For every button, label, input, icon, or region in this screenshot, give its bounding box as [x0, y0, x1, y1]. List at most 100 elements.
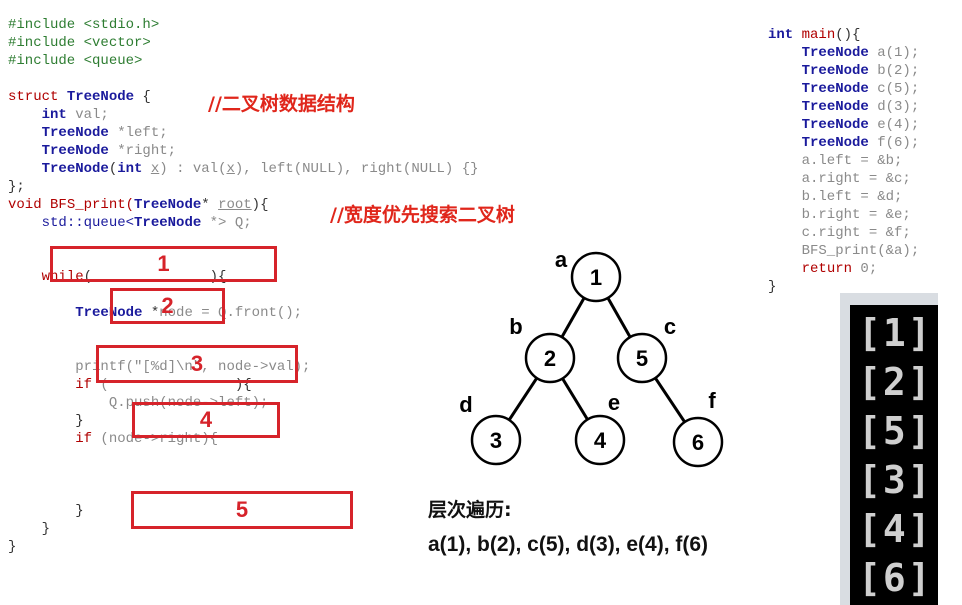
code-line: #include <stdio.h> — [8, 16, 479, 34]
blank-box-4: 4 — [132, 402, 280, 438]
traversal-title: 层次遍历: — [428, 499, 512, 521]
tree-node-label-b: b — [509, 314, 522, 339]
struct-comment: //二叉树数据结构 — [208, 93, 355, 115]
code-token: void — [8, 197, 51, 213]
code-line: TreeNode f(6); — [768, 134, 920, 152]
code-token: front(); — [234, 305, 303, 321]
code-line: int main(){ — [768, 26, 919, 44]
code-token: } — [8, 413, 84, 429]
code-token: if — [75, 377, 93, 393]
code-line: TreeNode e(4); — [768, 116, 920, 134]
code-line: TreeNode *left; — [8, 124, 479, 142]
code-token: val; — [66, 107, 109, 123]
code-token: a.left = &b; — [768, 153, 903, 169]
binary-tree-diagram: 1a 2b 5c 3d 4e 6f — [459, 247, 724, 468]
code-token: *left; — [108, 125, 168, 141]
code-token: return — [801, 261, 853, 277]
code-token: c.right = &f; — [768, 225, 911, 241]
code-line: b.left = &d; — [768, 188, 919, 206]
code-token: b.right = &e; — [768, 207, 911, 223]
code-token: ( — [108, 161, 118, 177]
code-token: } — [8, 539, 17, 555]
code-token: TreeNode — [66, 89, 135, 105]
code-token: ){ — [251, 197, 269, 213]
code-line: TreeNode a(1); — [768, 44, 920, 62]
code-token: f(6); — [868, 135, 920, 151]
code-token: e(4); — [868, 117, 920, 133]
tree-node-value-e: 4 — [594, 428, 607, 453]
tree-node-value-b: 2 — [544, 346, 556, 371]
code-token: } — [8, 503, 84, 519]
code-token: * — [201, 197, 219, 213]
code-line: TreeNode b(2); — [768, 62, 920, 80]
code-token: std::queue< — [41, 215, 135, 231]
code-line: return 0; — [768, 260, 919, 278]
tree-node-label-e: e — [608, 390, 620, 415]
blank-box-2: 2 — [110, 288, 225, 324]
code-line: TreeNode d(3); — [768, 98, 920, 116]
code-token: { — [134, 89, 151, 105]
code-line: }; — [8, 178, 479, 196]
tree-node-label-c: c — [664, 314, 676, 339]
code-token: TreeNode — [801, 81, 869, 97]
code-token: TreeNode — [41, 161, 109, 177]
code-token: x — [226, 161, 235, 177]
code-token: #include <stdio.h> — [8, 17, 160, 33]
code-token: }; — [8, 179, 25, 195]
code-token: 0; — [852, 261, 878, 277]
code-token: if — [75, 431, 93, 447]
code-token: c(5); — [868, 81, 920, 97]
code-token: TreeNode — [134, 215, 202, 231]
tree-node-label-a: a — [555, 247, 568, 272]
code-block-main: int main(){ TreeNode a(1); TreeNode b(2)… — [768, 26, 919, 296]
code-token: a(1); — [868, 45, 920, 61]
code-token: #include <queue> — [8, 53, 143, 69]
code-token: int — [117, 161, 143, 177]
blank-box-5: 5 — [131, 491, 353, 529]
code-line: a.left = &b; — [768, 152, 919, 170]
code-line: #include <queue> — [8, 52, 479, 70]
code-token: d(3); — [868, 99, 920, 115]
code-token: TreeNode — [41, 143, 109, 159]
code-line: TreeNode *right; — [8, 142, 479, 160]
console-line: [2] — [858, 360, 933, 404]
code-token: TreeNode — [801, 63, 869, 79]
code-token: (){ — [835, 27, 861, 43]
code-token: int — [768, 27, 794, 43]
tree-node-value-f: 6 — [692, 430, 704, 455]
code-line: b.right = &e; — [768, 206, 919, 224]
console-line: [3] — [858, 458, 933, 502]
code-token: root — [218, 197, 252, 213]
code-line: TreeNode c(5); — [768, 80, 920, 98]
code-token: TreeNode — [801, 45, 869, 61]
code-token: ), left(NULL), right(NULL) {} — [234, 161, 479, 177]
code-token: TreeNode — [801, 117, 869, 133]
code-line: TreeNode *node = Q.front(); — [8, 304, 479, 322]
code-token: } — [8, 521, 51, 537]
code-token: x — [150, 161, 160, 177]
code-token: struct — [8, 89, 67, 105]
console-line: [5] — [858, 409, 933, 453]
console-output: [1] [2] [5] [3] [4] [6] — [840, 293, 938, 605]
code-token: BFS_print( — [50, 197, 135, 213]
code-line: c.right = &f; — [768, 224, 919, 242]
code-token: TreeNode — [134, 197, 202, 213]
code-token: *> Q; — [201, 215, 252, 231]
